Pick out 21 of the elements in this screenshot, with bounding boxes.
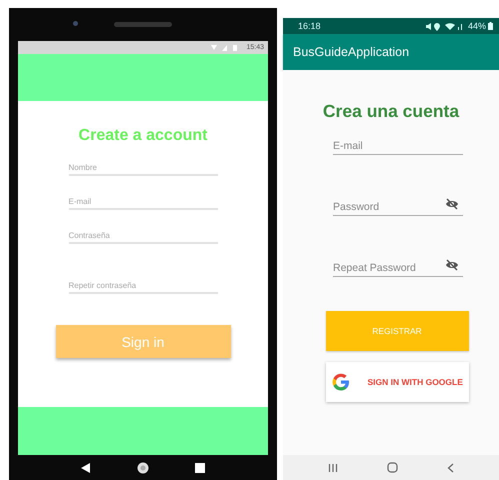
google-sign-in-label: SIGN IN WITH GOOGLE — [368, 377, 463, 387]
register-button[interactable]: REGISTRAR — [326, 311, 468, 351]
sign-in-button[interactable]: Sign in — [56, 325, 230, 358]
google-icon — [332, 373, 350, 391]
camera-icon — [73, 21, 78, 26]
home-icon[interactable] — [137, 462, 149, 474]
app-title: BusGuideApplication — [293, 45, 410, 59]
battery-level: 44% — [468, 21, 486, 31]
status-time: 16:18 — [298, 21, 322, 31]
recents-icon[interactable] — [195, 462, 205, 472]
battery-icon — [488, 22, 493, 30]
eye-off-icon[interactable] — [445, 198, 459, 210]
input-field[interactable]: E-mail — [333, 140, 463, 155]
back-icon[interactable] — [81, 462, 91, 472]
google-sign-in-button[interactable]: SIGN IN WITH GOOGLE — [326, 362, 468, 402]
eye-off-icon[interactable] — [445, 259, 459, 271]
password-field[interactable]: Repeat Password — [333, 262, 463, 277]
status-icons — [424, 22, 465, 30]
form-title: Crea una cuenta — [322, 101, 460, 122]
speaker-grille — [114, 22, 172, 27]
form-title: Create a account — [78, 127, 208, 145]
